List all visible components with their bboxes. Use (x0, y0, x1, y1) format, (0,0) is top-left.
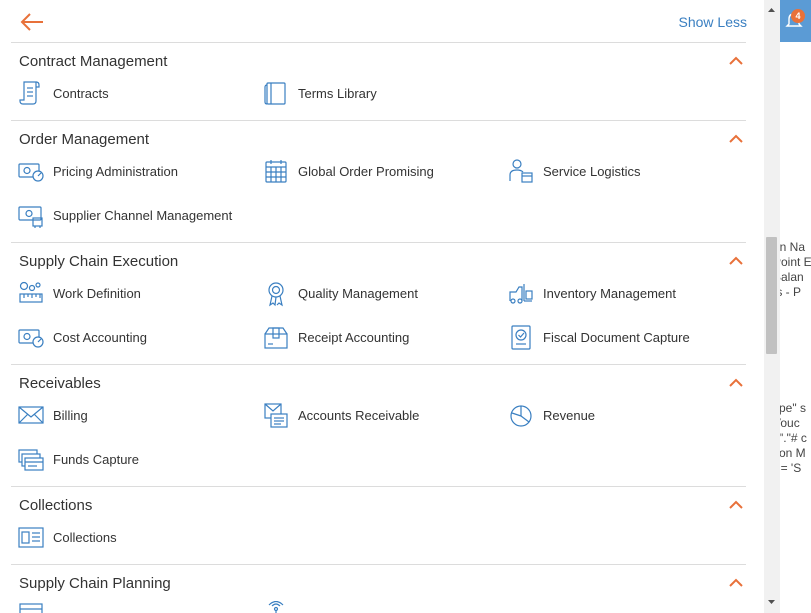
menu-item-label: Billing (53, 407, 88, 423)
contract-document-icon (19, 81, 40, 105)
menu-item-label: Collections (53, 529, 117, 545)
background-text: Point E (779, 255, 811, 269)
money-gear-icon (18, 206, 43, 228)
chevron-up-icon[interactable] (728, 256, 744, 266)
section-collections: Collections Collections (11, 487, 746, 565)
menu-item-work-definition[interactable]: Work Definition (17, 280, 141, 306)
menu-item-service-logistics[interactable]: Service Logistics (507, 158, 641, 184)
menu-item-global-order-promising[interactable]: Global Order Promising (262, 158, 434, 184)
scroll-down-arrow-icon[interactable] (766, 597, 777, 607)
show-less-link[interactable]: Show Less (679, 14, 747, 30)
chevron-up-icon[interactable] (728, 378, 744, 388)
planning-icon (19, 603, 43, 613)
menu-item-label: Cost Accounting (53, 329, 147, 345)
menu-item-label: Receipt Accounting (298, 329, 410, 345)
gears-ruler-icon (19, 281, 43, 303)
menu-item-contracts[interactable]: Contracts (17, 80, 109, 106)
calendar-grid-icon (265, 160, 287, 183)
section-title: Collections (19, 497, 93, 514)
menu-item-label: Fiscal Document Capture (543, 329, 690, 345)
menu-item-terms-library[interactable]: Terms Library (262, 80, 377, 106)
menu-item-label: Service Logistics (543, 163, 641, 179)
back-arrow-icon[interactable] (19, 11, 45, 33)
menu-item-wireless[interactable] (262, 601, 298, 613)
menu-item-planning[interactable] (17, 602, 53, 613)
chevron-up-icon[interactable] (728, 578, 744, 588)
section-order-management: Order Management Pricing Administration … (11, 121, 746, 243)
background-text: " = 'S (779, 461, 802, 475)
section-contract-management: Contract Management Contracts Terms Libr… (11, 43, 746, 121)
section-title: Contract Management (19, 53, 168, 70)
money-gauge-icon (18, 329, 44, 348)
person-box-icon (509, 159, 533, 183)
menu-item-funds-capture[interactable]: Funds Capture (17, 446, 139, 472)
menu-item-label: Quality Management (298, 285, 418, 301)
background-header: 4 (779, 0, 811, 42)
background-text: s"."# c (779, 431, 807, 445)
menu-item-label: Work Definition (53, 285, 141, 301)
wireless-icon (268, 601, 284, 613)
background-text: Vouc (779, 416, 800, 430)
forklift-icon (509, 284, 533, 304)
chevron-up-icon[interactable] (728, 134, 744, 144)
menu-item-label: Revenue (543, 407, 596, 423)
menu-item-revenue[interactable]: Revenue (507, 402, 595, 428)
money-gauge-icon (18, 163, 44, 182)
menu-item-label: Funds Capture (53, 451, 139, 467)
menu-item-collections[interactable]: Collections (17, 524, 117, 550)
invoice-envelope-icon (264, 403, 288, 428)
menu-item-receipt-accounting[interactable]: Receipt Accounting (262, 324, 409, 350)
menu-item-supplier-channel-management[interactable]: Supplier Channel Management (17, 202, 232, 228)
scroll-up-arrow-icon[interactable] (766, 5, 777, 15)
background-text: tion M (779, 446, 806, 460)
menu-item-accounts-receivable[interactable]: Accounts Receivable (262, 402, 419, 428)
menu-item-pricing-administration[interactable]: Pricing Administration (17, 158, 178, 184)
document-check-icon (511, 325, 531, 350)
section-receivables: Receivables Billing Accounts Receivable … (11, 365, 746, 487)
background-text: on Na (779, 240, 806, 254)
package-icon (264, 327, 288, 349)
pie-chart-icon (510, 405, 532, 427)
menu-item-quality-management[interactable]: Quality Management (262, 280, 418, 307)
chevron-up-icon[interactable] (728, 56, 744, 66)
menu-item-label: Global Order Promising (298, 163, 434, 179)
menu-item-billing[interactable]: Billing (17, 402, 88, 428)
award-ribbon-icon (268, 282, 284, 307)
background-text: ts - P (779, 285, 802, 299)
section-supply-chain-planning: Supply Chain Planning (11, 565, 746, 613)
menu-item-label: Contracts (53, 85, 109, 101)
menu-item-label: Terms Library (298, 85, 377, 101)
notification-count-badge: 4 (791, 9, 805, 23)
section-title: Supply Chain Planning (19, 575, 171, 592)
navigator-drawer: Show Less Contract Management Contracts … (0, 0, 764, 613)
menu-item-fiscal-document-capture[interactable]: Fiscal Document Capture (507, 324, 690, 350)
section-title: Receivables (19, 375, 101, 392)
cards-stack-icon (18, 449, 44, 471)
envelope-icon (18, 406, 44, 424)
book-icon (264, 82, 286, 105)
menu-item-label: Supplier Channel Management (53, 207, 233, 223)
menu-item-cost-accounting[interactable]: Cost Accounting (17, 324, 147, 350)
background-page: 4 on Na Point E Balan ts - P ype" s Vouc… (778, 0, 811, 613)
menu-item-label: Inventory Management (543, 285, 676, 301)
chevron-up-icon[interactable] (728, 500, 744, 510)
section-title: Supply Chain Execution (19, 253, 179, 270)
background-text: ype" s (779, 401, 806, 415)
section-title: Order Management (19, 131, 150, 148)
section-supply-chain-execution: Supply Chain Execution Work Definition Q… (11, 243, 746, 365)
menu-item-label: Accounts Receivable (298, 407, 420, 423)
collections-board-icon (18, 527, 44, 548)
menu-item-label: Pricing Administration (53, 163, 178, 179)
menu-item-inventory-management[interactable]: Inventory Management (507, 280, 676, 306)
scrollbar-thumb[interactable] (766, 237, 777, 354)
background-text: Balan (779, 270, 804, 284)
